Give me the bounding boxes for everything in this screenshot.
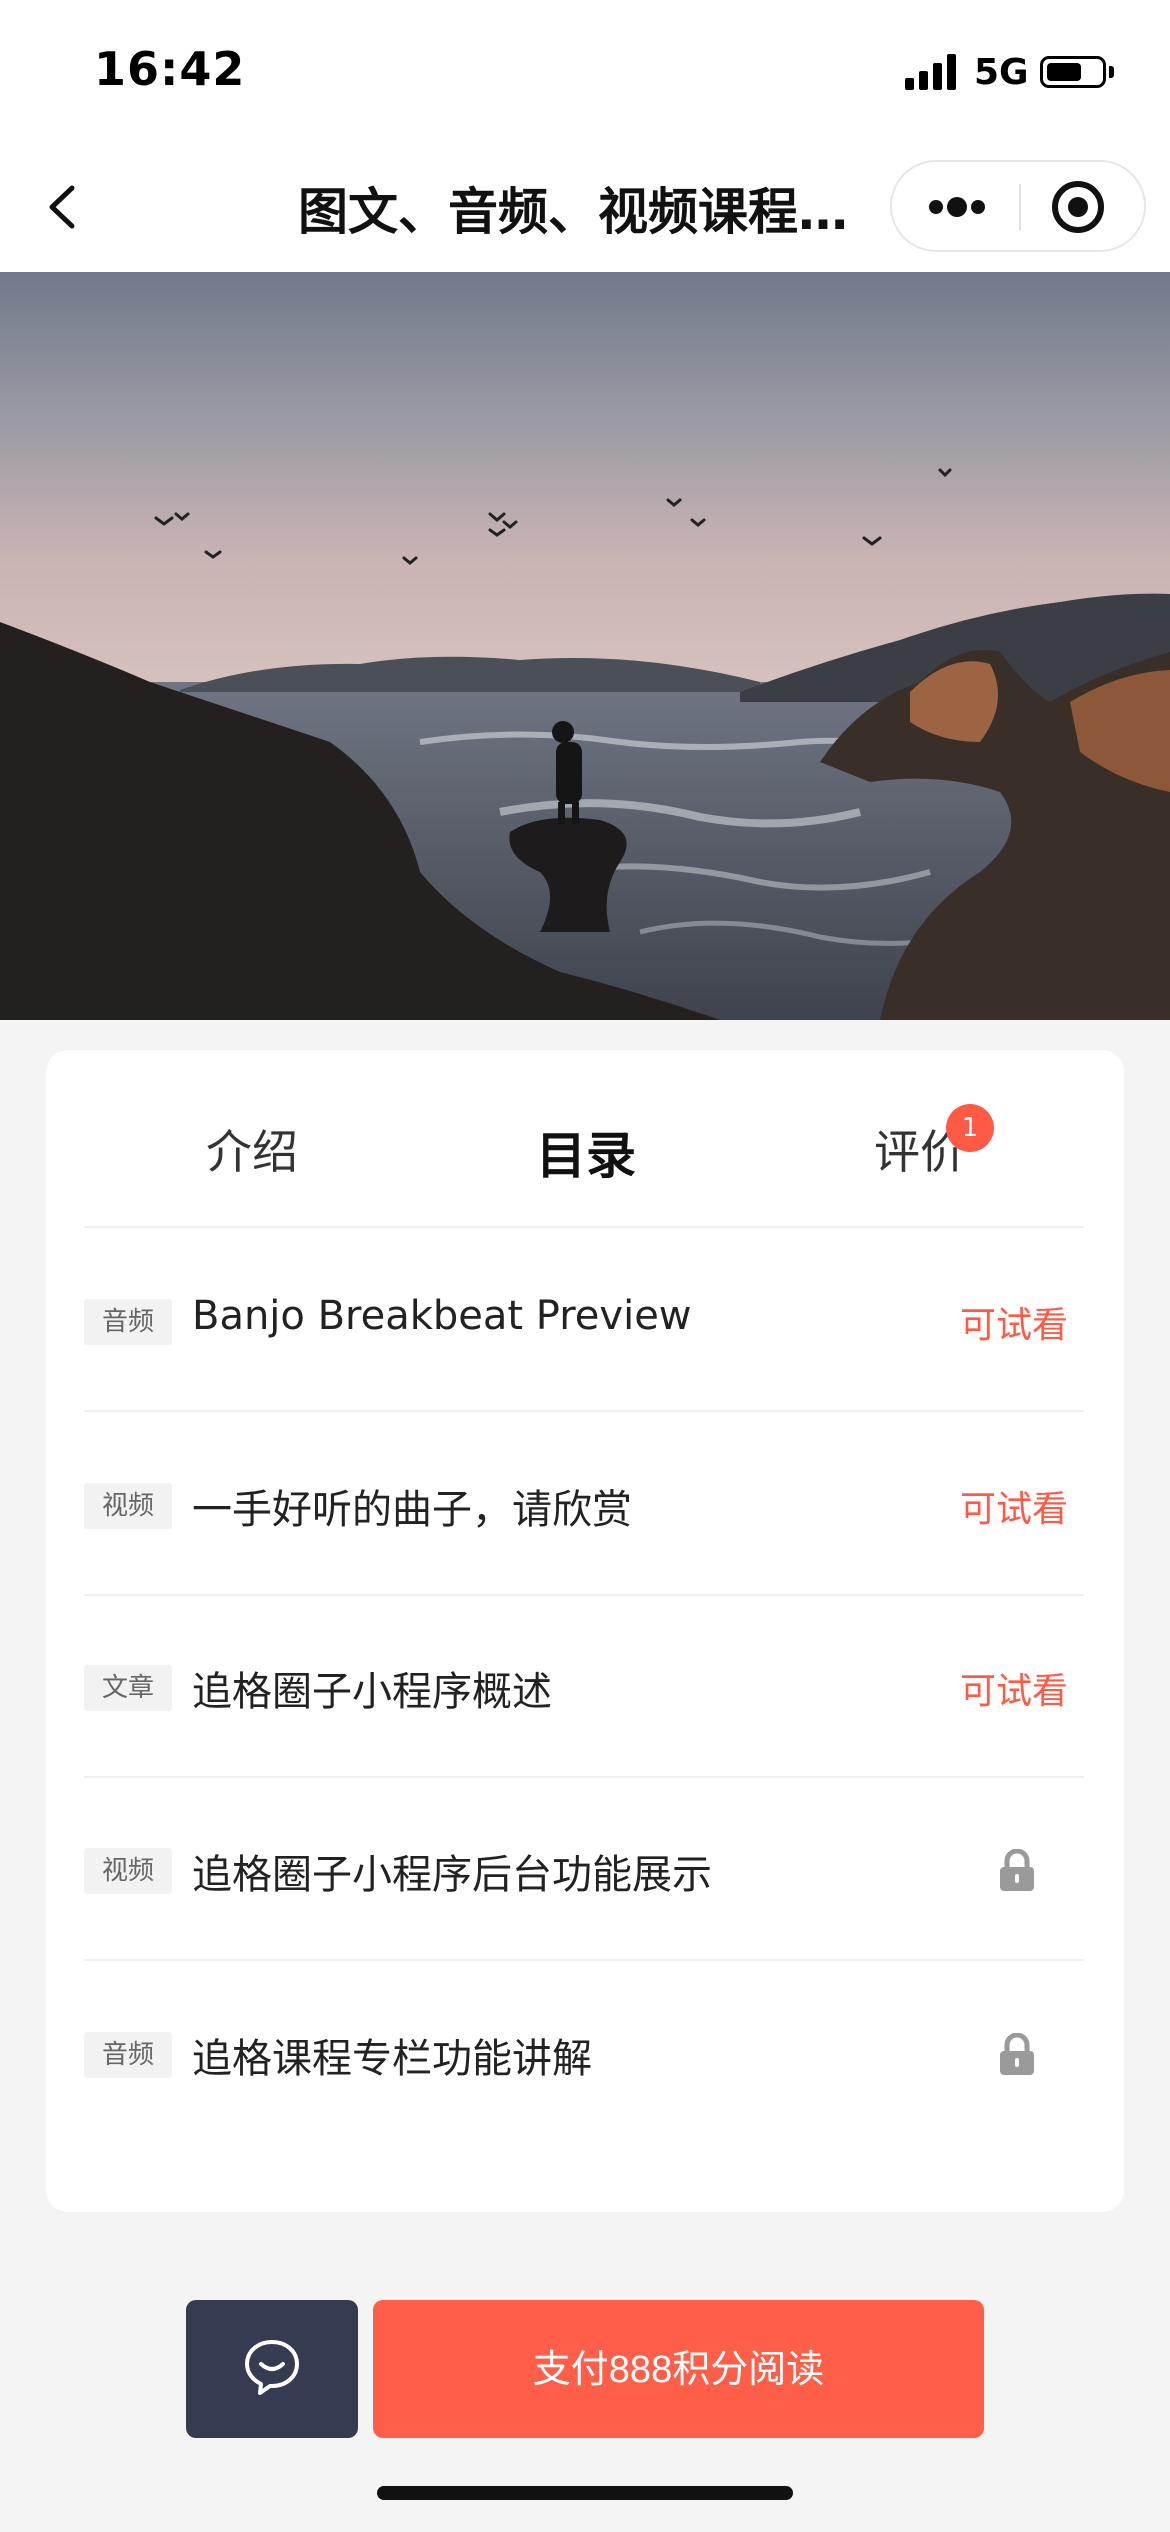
content-type-tag: 视频 bbox=[84, 1848, 173, 1894]
battery-nub bbox=[1109, 66, 1114, 78]
chevron-left-icon[interactable] bbox=[38, 180, 92, 234]
row-divider bbox=[84, 1776, 1084, 1778]
mini-program-capsule bbox=[890, 160, 1146, 252]
trial-label[interactable]: 可试看 bbox=[960, 1662, 1068, 1714]
row-divider bbox=[84, 1959, 1084, 1961]
catalog-item[interactable]: 文章 追格圈子小程序概述 可试看 bbox=[84, 1596, 1084, 1778]
catalog-item[interactable]: 视频 追格圈子小程序后台功能展示 bbox=[84, 1779, 1084, 1961]
more-button[interactable] bbox=[892, 162, 1020, 250]
content-type-tag: 视频 bbox=[84, 1483, 173, 1529]
close-mini-program-button[interactable] bbox=[1022, 162, 1146, 250]
home-indicator bbox=[377, 2486, 793, 2500]
tab-intro[interactable]: 介绍 bbox=[206, 1116, 298, 1182]
chat-bubble-icon bbox=[245, 2340, 299, 2395]
content-type-tag: 文章 bbox=[84, 1665, 173, 1711]
catalog-item-title: 一手好听的曲子，请欣赏 bbox=[192, 1487, 632, 1533]
catalog-item-title: 追格课程专栏功能讲解 bbox=[192, 2036, 592, 2082]
status-bar: 16:42 5G bbox=[0, 0, 1170, 140]
lock-icon bbox=[1000, 1849, 1034, 1891]
chat-button[interactable] bbox=[186, 2300, 358, 2438]
network-type: 5G bbox=[974, 52, 1029, 93]
more-dots-icon bbox=[929, 197, 985, 217]
lock-icon bbox=[1000, 2033, 1034, 2075]
catalog-item-title: Banjo Breakbeat Preview bbox=[192, 1293, 692, 1339]
mini-program-close-icon bbox=[1052, 181, 1104, 233]
catalog-item-title: 追格圈子小程序概述 bbox=[192, 1669, 552, 1715]
course-detail-card: 介绍 目录 评价 1 音频 Banjo Breakbeat Preview 可试… bbox=[46, 1050, 1124, 2212]
page-title: 图文、音频、视频课程… bbox=[298, 183, 848, 241]
tab-divider bbox=[84, 1226, 1084, 1228]
catalog-item[interactable]: 音频 Banjo Breakbeat Preview 可试看 bbox=[84, 1230, 1084, 1412]
row-divider bbox=[84, 1410, 1084, 1412]
trial-label[interactable]: 可试看 bbox=[960, 1480, 1068, 1532]
status-time: 16:42 bbox=[94, 42, 246, 96]
capsule-divider bbox=[1019, 184, 1021, 230]
battery-icon bbox=[1040, 56, 1106, 88]
catalog-item[interactable]: 视频 一手好听的曲子，请欣赏 可试看 bbox=[84, 1414, 1084, 1596]
review-count-badge: 1 bbox=[946, 1104, 994, 1152]
content-type-tag: 音频 bbox=[84, 1299, 173, 1345]
content-type-tag: 音频 bbox=[84, 2032, 173, 2078]
catalog-item-title: 追格圈子小程序后台功能展示 bbox=[192, 1852, 712, 1898]
course-cover-image bbox=[0, 272, 1170, 1020]
trial-label[interactable]: 可试看 bbox=[960, 1296, 1068, 1348]
pay-with-points-button[interactable]: 支付888积分阅读 bbox=[373, 2300, 984, 2438]
signal-icon bbox=[905, 54, 956, 90]
catalog-item[interactable]: 音频 追格课程专栏功能讲解 bbox=[84, 1963, 1084, 2145]
tab-catalog[interactable]: 目录 bbox=[536, 1116, 636, 1188]
nav-bar: 图文、音频、视频课程… bbox=[0, 140, 1170, 272]
